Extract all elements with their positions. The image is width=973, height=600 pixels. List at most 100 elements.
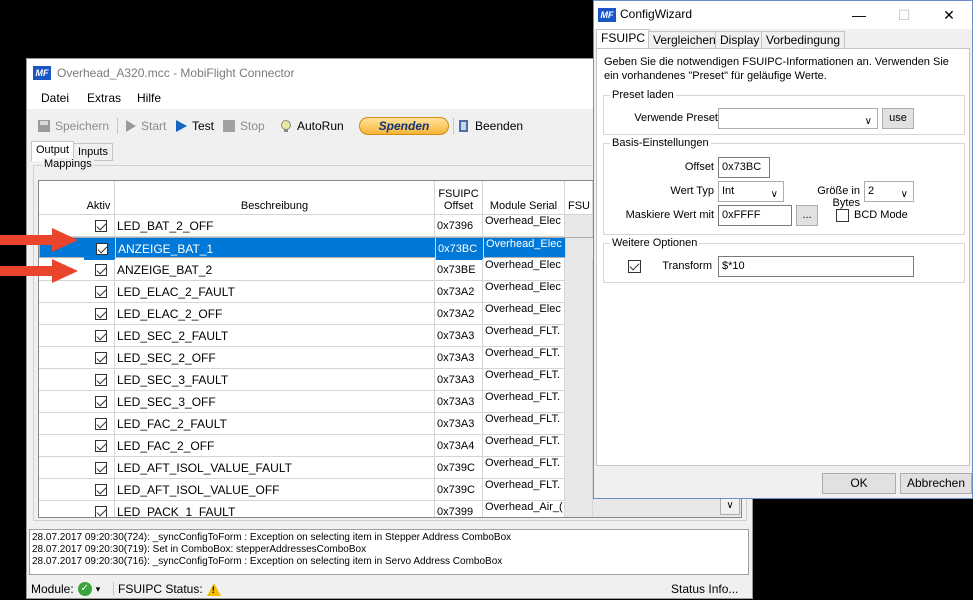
active-checkbox-cell[interactable] [83,325,115,347]
checkbox[interactable] [95,418,107,430]
row-header-cell[interactable] [39,479,83,501]
active-checkbox-cell[interactable] [83,457,115,479]
active-checkbox-cell[interactable] [83,479,115,501]
description-cell[interactable]: LED_BAT_2_OFF [115,215,435,237]
description-cell[interactable]: LED_SEC_3_FAULT [115,369,435,391]
active-checkbox-cell[interactable] [83,347,115,369]
fsuipc-cell[interactable] [566,238,594,260]
offset-cell[interactable]: 0x7396 [435,215,483,237]
module-serial-cell[interactable]: Overhead_Elec [483,303,565,325]
bcd-mode-checkbox[interactable] [836,209,849,222]
module-serial-cell[interactable]: Overhead_FLT. [483,391,565,413]
description-cell[interactable]: LED_ELAC_2_OFF [115,303,435,325]
active-checkbox-cell[interactable] [83,501,115,517]
table-row[interactable]: LED_PACK_1_FAULT 0x7399 Overhead_Air_( [39,501,741,517]
module-serial-cell[interactable]: Overhead_Elec [484,238,566,260]
offset-input[interactable]: 0x73BC [718,157,770,178]
module-serial-cell[interactable]: Overhead_FLT. [483,369,565,391]
offset-cell[interactable]: 0x73A4 [435,435,483,457]
stop-button[interactable]: Stop [222,117,265,135]
active-checkbox-cell[interactable] [84,238,116,260]
fsuipc-cell[interactable] [565,325,593,347]
description-cell[interactable]: LED_SEC_2_OFF [115,347,435,369]
row-header-cell[interactable] [39,435,83,457]
checkbox[interactable] [95,220,107,232]
fsuipc-cell[interactable] [565,369,593,391]
offset-cell[interactable]: 0x73BE [435,259,483,281]
description-cell[interactable]: LED_FAC_2_OFF [115,435,435,457]
description-cell[interactable]: LED_SEC_3_OFF [115,391,435,413]
minimize-button[interactable]: — [844,5,874,25]
transform-checkbox[interactable] [628,260,641,273]
module-serial-cell[interactable]: Overhead_FLT. [483,479,565,501]
test-button[interactable]: Test [174,117,214,135]
menu-extras[interactable]: Extras [87,91,121,105]
checkbox[interactable] [96,243,108,255]
active-checkbox-cell[interactable] [83,391,115,413]
active-checkbox-cell[interactable] [83,413,115,435]
donate-button[interactable]: Spenden [359,117,449,135]
offset-cell[interactable]: 0x739C [435,457,483,479]
fsuipc-cell[interactable] [565,479,593,501]
fsuipc-cell[interactable] [565,259,593,281]
fsuipc-cell[interactable] [565,435,593,457]
description-cell[interactable]: ANZEIGE_BAT_2 [115,259,435,281]
module-serial-cell[interactable]: Overhead_Air_( [483,501,565,517]
checkbox[interactable] [95,440,107,452]
row-header-cell[interactable] [39,369,83,391]
active-checkbox-cell[interactable] [83,435,115,457]
row-header-cell[interactable] [39,391,83,413]
active-checkbox-cell[interactable] [83,303,115,325]
value-type-select[interactable]: Int ∨ [718,181,784,202]
module-serial-cell[interactable]: Overhead_Elec [483,259,565,281]
column-header-offset[interactable]: FSUIPC Offset [435,181,483,215]
cancel-button[interactable]: Abbrechen [900,473,972,494]
fsuipc-cell[interactable] [565,413,593,435]
offset-cell[interactable]: 0x739C [435,479,483,501]
save-button[interactable]: Speichern [37,117,109,135]
offset-cell[interactable]: 0x73A3 [435,369,483,391]
fsuipc-cell[interactable] [565,303,593,325]
row-header-cell[interactable] [39,303,83,325]
offset-cell[interactable]: 0x73A3 [435,413,483,435]
offset-cell[interactable]: 0x73A3 [435,347,483,369]
preset-select[interactable]: ∨ [718,108,878,129]
size-bytes-select[interactable]: 2 ∨ [864,181,914,202]
active-checkbox-cell[interactable] [83,259,115,281]
offset-cell[interactable]: 0x73A3 [435,325,483,347]
row-header-cell[interactable] [39,281,83,303]
menu-hilfe[interactable]: Hilfe [137,91,161,105]
checkbox[interactable] [95,374,107,386]
row-header-cell[interactable] [39,501,83,517]
checkbox[interactable] [95,396,107,408]
mask-browse-button[interactable]: ... [796,205,818,226]
module-serial-cell[interactable]: Overhead_Elec [483,215,565,237]
active-checkbox-cell[interactable] [83,215,115,237]
close-button[interactable]: ✕ [934,5,964,25]
description-cell[interactable]: LED_SEC_2_FAULT [115,325,435,347]
tab-vergleichen[interactable]: Vergleichen [648,31,721,48]
checkbox[interactable] [95,484,107,496]
offset-cell[interactable]: 0x7399 [435,501,483,517]
checkbox[interactable] [95,286,107,298]
wizard-titlebar[interactable]: MF ConfigWizard — ☐ ✕ [594,1,972,29]
fsuipc-cell[interactable] [565,501,593,517]
module-serial-cell[interactable]: Overhead_FLT. [483,435,565,457]
description-cell[interactable]: ANZEIGE_BAT_1 [116,238,436,260]
module-status[interactable]: Module: ✓ ▾ [31,582,100,596]
active-checkbox-cell[interactable] [83,369,115,391]
checkbox[interactable] [95,264,107,276]
autorun-button[interactable]: AutoRun [279,117,344,135]
row-header-cell[interactable] [39,457,83,479]
checkbox[interactable] [95,308,107,320]
use-preset-button[interactable]: use [882,108,914,129]
row-header-cell[interactable] [39,325,83,347]
module-serial-cell[interactable]: Overhead_FLT. [483,325,565,347]
fsuipc-status[interactable]: FSUIPC Status: ! [113,582,221,596]
module-serial-cell[interactable]: Overhead_Elec [483,281,565,303]
checkbox[interactable] [95,506,107,517]
description-cell[interactable]: LED_AFT_ISOL_VALUE_OFF [115,479,435,501]
fsuipc-cell[interactable] [565,457,593,479]
module-serial-cell[interactable]: Overhead_FLT. [483,413,565,435]
column-header-module[interactable]: Module Serial [483,181,565,215]
